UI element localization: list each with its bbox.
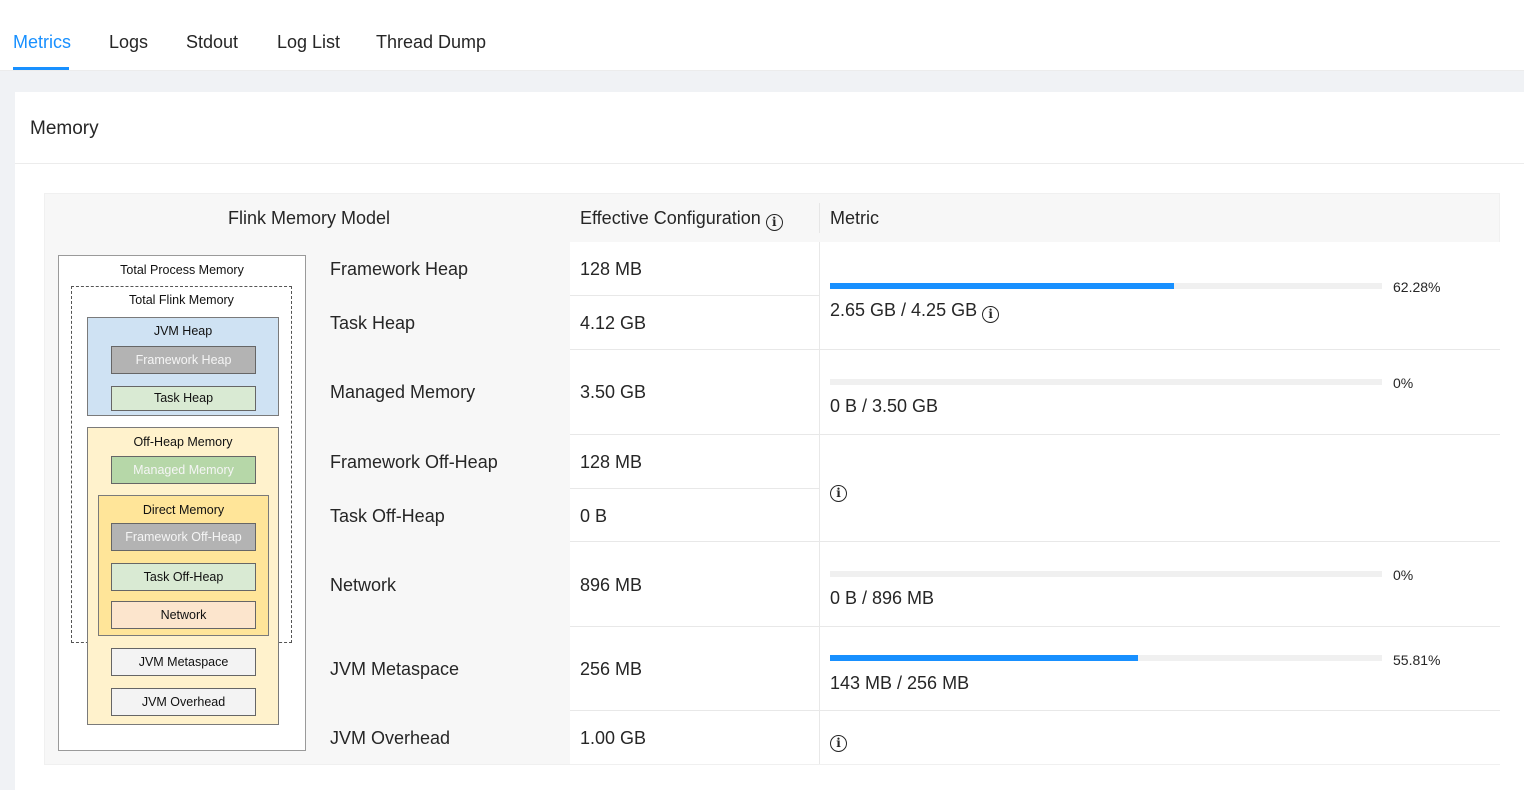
header-memory-model: Flink Memory Model (228, 208, 391, 228)
diagram-managed-memory: Managed Memory (111, 456, 256, 484)
metaspace-progress-bar (830, 655, 1382, 661)
info-circle-icon[interactable]: i (982, 306, 1000, 323)
heap-progress-fill (830, 283, 1174, 289)
row-name: Framework Heap (330, 259, 469, 279)
managed-progress-bar (830, 379, 1382, 385)
diagram-jvm-overhead: JVM Overhead (111, 688, 256, 716)
metaspace-progress-fill (830, 655, 1139, 661)
config-value: 3.50 GB (580, 382, 647, 402)
config-value: 1.00 GB (580, 728, 647, 748)
row-name: Managed Memory (330, 382, 476, 402)
network-progress-bar (830, 571, 1382, 577)
row-divider (570, 434, 1500, 435)
row-divider (570, 710, 1500, 711)
row-divider (570, 541, 1500, 542)
diagram-jvm-heap: JVM Heap (153, 324, 213, 338)
config-value: 128 MB (580, 259, 643, 279)
network-usage: 0 B / 896 MB (830, 588, 935, 608)
card-divider (15, 163, 1524, 164)
header-metric: Metric (830, 208, 879, 228)
info-circle-icon[interactable]: i (830, 485, 847, 502)
diagram-framework-heap: Framework Heap (111, 346, 256, 374)
heap-progress-bar (830, 283, 1382, 289)
diagram-task-heap: Task Heap (111, 386, 256, 411)
heap-percent: 62.28% (1393, 279, 1441, 295)
metaspace-percent: 55.81% (1393, 652, 1441, 668)
managed-usage: 0 B / 3.50 GB (830, 396, 939, 416)
diagram-framework-off-heap: Framework Off-Heap (111, 523, 256, 551)
config-value: 256 MB (580, 659, 643, 679)
tab-stdout[interactable]: Stdout (186, 32, 238, 53)
row-name: Task Off-Heap (330, 506, 445, 526)
config-value: 0 B (580, 506, 608, 526)
tab-metrics[interactable]: Metrics (13, 32, 71, 53)
heap-usage: 2.65 GB / 4.25 GB i (830, 300, 1000, 323)
row-name: JVM Overhead (330, 728, 451, 748)
row-name: JVM Metaspace (330, 659, 460, 679)
diagram-task-off-heap: Task Off-Heap (111, 563, 256, 591)
tab-bar: Metrics Logs Stdout Log List Thread Dump (0, 0, 1524, 71)
managed-percent: 0% (1393, 375, 1414, 391)
network-percent: 0% (1393, 567, 1414, 583)
tab-logs[interactable]: Logs (109, 32, 148, 53)
tab-log-list[interactable]: Log List (277, 32, 340, 53)
row-divider (570, 349, 1500, 350)
card-title: Memory (30, 118, 99, 139)
config-value: 896 MB (580, 575, 643, 595)
row-name: Network (330, 575, 397, 595)
row-divider (570, 488, 819, 489)
metaspace-usage: 143 MB / 256 MB (830, 673, 970, 693)
off-heap-metric: i (825, 479, 847, 502)
row-divider (570, 295, 819, 296)
overhead-metric: i (825, 729, 847, 752)
diagram-jvm-metaspace: JVM Metaspace (111, 648, 256, 676)
header-separator (819, 203, 820, 233)
row-divider (570, 626, 1500, 627)
row-name: Framework Off-Heap (330, 452, 498, 472)
info-circle-icon[interactable]: i (765, 214, 783, 231)
diagram-network: Network (111, 601, 256, 629)
table-body (570, 242, 1500, 764)
header-effective-configuration: Effective Configuration i (580, 208, 783, 231)
diagram-off-heap-memory: Off-Heap Memory (133, 435, 233, 449)
config-value: 4.12 GB (580, 313, 647, 333)
diagram-total-process-memory: Total Process Memory (120, 263, 244, 277)
diagram-direct-memory: Direct Memory (142, 503, 225, 517)
row-name: Task Heap (330, 313, 416, 333)
diagram-total-flink-memory: Total Flink Memory (129, 293, 234, 307)
column-separator (819, 242, 820, 764)
active-tab-indicator (13, 67, 69, 70)
info-circle-icon[interactable]: i (830, 735, 847, 752)
tab-thread-dump[interactable]: Thread Dump (376, 32, 486, 53)
config-value: 128 MB (580, 452, 643, 472)
